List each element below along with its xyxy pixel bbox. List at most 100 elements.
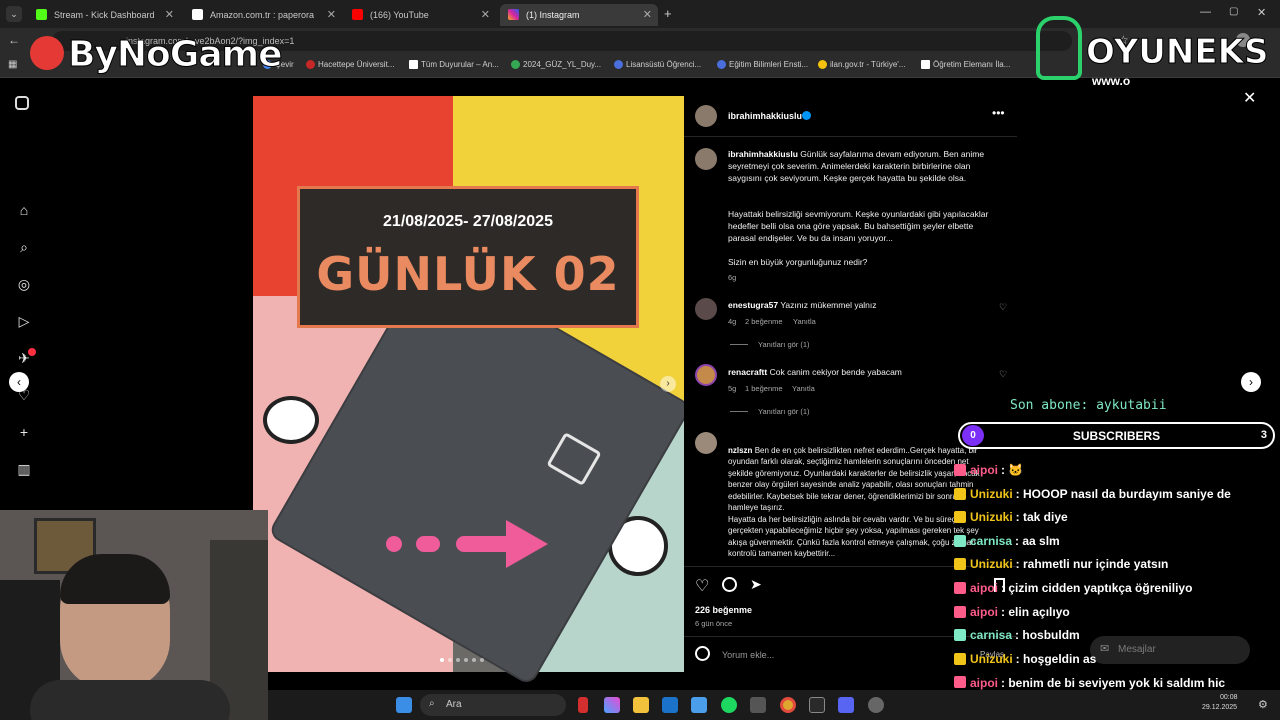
chat-username[interactable]: Unizuki	[970, 487, 1013, 501]
previous-post-button[interactable]: ‹	[9, 372, 29, 392]
chat-username[interactable]: Unizuki	[970, 652, 1013, 666]
reels-icon[interactable]: ▷	[15, 312, 33, 330]
emoji-icon[interactable]	[695, 646, 710, 661]
page-icon	[409, 60, 418, 69]
close-modal-icon[interactable]: ✕	[1243, 88, 1256, 108]
diary-cover-card: 21/08/2025- 27/08/2025 GÜNLÜK 02	[297, 186, 639, 328]
outlook-icon[interactable]	[662, 697, 678, 713]
next-post-button[interactable]: ›	[1241, 372, 1261, 392]
comment-avatar[interactable]	[695, 298, 717, 320]
tab-instagram[interactable]: (1) Instagram ✕	[500, 4, 658, 26]
close-tab-icon[interactable]: ✕	[481, 8, 490, 21]
windows-start-icon[interactable]	[396, 697, 412, 713]
bookmark-item[interactable]: Lisansüstü Öğrenci...	[614, 60, 701, 69]
chrome-icon[interactable]	[780, 697, 796, 713]
chat-username[interactable]: aipoi	[970, 463, 998, 477]
back-arrow-icon[interactable]: ←	[8, 33, 20, 47]
chat-username[interactable]: aipoi	[970, 605, 998, 619]
share-paper-plane-icon[interactable]: ➤	[750, 576, 762, 593]
tab-list-icon[interactable]: ⌄	[6, 6, 22, 22]
comment-like-heart-icon[interactable]: ♡	[999, 369, 1007, 380]
pink-arrow	[386, 520, 556, 568]
tab-youtube[interactable]: (166) YouTube ✕	[344, 4, 496, 26]
view-replies-button[interactable]: Yanıtları gör (1)	[758, 407, 810, 416]
taskbar-date[interactable]: 29.12.2025	[1202, 704, 1237, 711]
app-dark-icon[interactable]	[750, 697, 766, 713]
author-avatar[interactable]	[695, 148, 717, 170]
explore-icon[interactable]: ◎	[15, 275, 33, 293]
carousel-next-arrow[interactable]: ›	[660, 376, 676, 392]
search-icon[interactable]: ⌕	[15, 238, 33, 256]
comment-bubble-icon[interactable]	[722, 577, 737, 592]
carousel-dot	[448, 658, 452, 662]
tab-label: Amazon.com.tr : paperora	[210, 10, 315, 20]
oyuneks-mascot	[1036, 16, 1082, 80]
copilot-icon[interactable]	[604, 697, 620, 713]
spotify-icon[interactable]	[721, 697, 737, 713]
app-badge-icon[interactable]	[868, 697, 884, 713]
apps-grid-icon[interactable]: ▦	[8, 59, 17, 70]
comment-like-heart-icon[interactable]: ♡	[999, 302, 1007, 313]
bookmark-item[interactable]: Hacettepe Üniversit...	[306, 60, 394, 69]
comment-likes[interactable]: 2 beğenme	[745, 317, 783, 326]
chat-username[interactable]: aipoi	[970, 676, 998, 690]
comment-likes[interactable]: 1 beğenme	[745, 384, 783, 393]
close-window-icon[interactable]: ✕	[1257, 6, 1266, 19]
comment-username[interactable]: enestugra57	[728, 300, 778, 310]
like-count[interactable]: 226 beğenme	[695, 605, 752, 615]
comment-username[interactable]: renacraftt	[728, 367, 767, 377]
arrow-head	[506, 520, 548, 568]
taskbar-search[interactable]: ⌕ Ara	[420, 694, 566, 716]
bookmark-item[interactable]: Öğretim Elemanı İla...	[921, 60, 1010, 69]
bookmark-item[interactable]: 2024_GÜZ_YL_Duy...	[511, 60, 601, 69]
bookmark-label: ilan.gov.tr - Türkiye'...	[830, 60, 906, 69]
close-tab-icon[interactable]: ✕	[327, 8, 336, 21]
tab-amazon[interactable]: Amazon.com.tr : paperora ✕	[184, 4, 342, 26]
bookmark-item[interactable]: ilan.gov.tr - Türkiye'...	[818, 60, 905, 69]
comment-username[interactable]: nzlszn	[728, 446, 752, 455]
bookmark-item[interactable]: Tüm Duyurular – An...	[409, 60, 499, 69]
chat-username[interactable]: Unizuki	[970, 510, 1013, 524]
create-plus-icon[interactable]: +	[15, 423, 33, 441]
like-heart-icon[interactable]: ♡	[695, 576, 709, 596]
bookmark-label: Tüm Duyurular – An...	[421, 60, 499, 69]
bynogame-logo: ByNoGame	[26, 32, 283, 76]
chat-username[interactable]: Unizuki	[970, 557, 1013, 571]
instagram-logo-icon[interactable]	[15, 96, 29, 110]
oyuneks-logo: OYUNEKS www.o	[1036, 14, 1269, 90]
dashboard-icon[interactable]: ▥	[15, 460, 33, 478]
chat-username[interactable]: carnisa	[970, 534, 1012, 548]
chat-text: : tak diye	[1015, 510, 1068, 525]
caption: ibrahimhakkiuslu Günlük sayfalarıma deva…	[728, 148, 1000, 184]
comment-avatar[interactable]	[695, 364, 717, 386]
reply-button[interactable]: Yanıtla	[792, 384, 815, 393]
taskbar-clock[interactable]: 00:08	[1220, 694, 1238, 701]
comment-input[interactable]: Yorum ekle...	[722, 650, 774, 660]
caption-username[interactable]: ibrahimhakkiuslu	[728, 149, 798, 159]
tab-kick-dashboard[interactable]: Stream - Kick Dashboard ✕	[28, 4, 180, 26]
view-replies-button[interactable]: Yanıtları gör (1)	[758, 340, 810, 349]
more-options-icon[interactable]: •••	[992, 106, 1005, 120]
comment-avatar[interactable]	[695, 432, 717, 454]
oyuneks-url: www.o	[1092, 74, 1131, 88]
store-icon[interactable]	[691, 697, 707, 713]
reply-button[interactable]: Yanıtla	[793, 317, 816, 326]
chat-username[interactable]: carnisa	[970, 628, 1012, 642]
home-icon[interactable]: ⌂	[15, 201, 33, 219]
tab-label: Stream - Kick Dashboard	[54, 10, 155, 20]
bookmark-item[interactable]: Eğitim Bilimleri Ensti...	[717, 60, 808, 69]
chat-message: aipoi: elin açılıyo	[954, 605, 1070, 619]
epic-games-icon[interactable]	[809, 697, 825, 713]
close-tab-icon[interactable]: ✕	[643, 8, 652, 21]
settings-gear-icon[interactable]: ⚙	[1258, 698, 1268, 711]
close-tab-icon[interactable]: ✕	[165, 8, 174, 21]
new-tab-button[interactable]: +	[664, 6, 672, 21]
file-explorer-icon[interactable]	[633, 697, 649, 713]
discord-icon[interactable]	[838, 697, 854, 713]
author-username[interactable]: ibrahimhakkiuslu	[728, 111, 802, 121]
bookmark-label: Öğretim Elemanı İla...	[933, 60, 1011, 69]
author-avatar[interactable]	[695, 105, 717, 127]
chat-username[interactable]: aipoi	[970, 581, 998, 595]
webcam-feed	[0, 510, 268, 720]
app-red-icon[interactable]	[578, 697, 588, 713]
